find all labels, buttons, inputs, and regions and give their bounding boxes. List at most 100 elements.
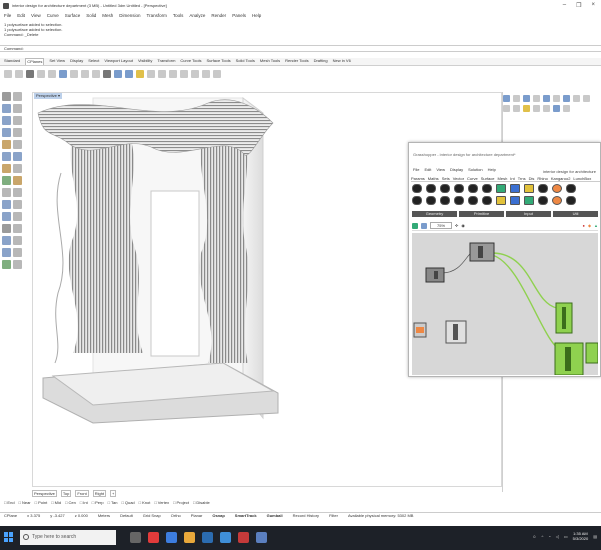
- people-icon[interactable]: ☺: [532, 534, 536, 539]
- tab-solid-tools[interactable]: Solid Tools: [236, 58, 255, 65]
- tab-render-tools[interactable]: Render Tools: [285, 58, 309, 65]
- gh-category-util[interactable]: Util: [553, 211, 598, 217]
- gh-plane-param-icon[interactable]: [426, 196, 436, 205]
- cplane-3point-icon[interactable]: [70, 70, 78, 78]
- gh-domain-param-icon[interactable]: [552, 196, 562, 205]
- status-smarttrack[interactable]: SmartTrack: [235, 513, 257, 520]
- box-icon[interactable]: [2, 164, 11, 173]
- menu-file[interactable]: File: [4, 13, 11, 21]
- gh-menu-file[interactable]: File: [413, 167, 419, 172]
- gh-tab-lunchbox[interactable]: LunchBox: [573, 176, 591, 181]
- gh-point-param-icon[interactable]: [412, 184, 422, 193]
- offset-curve-icon[interactable]: [13, 140, 22, 149]
- environments-icon[interactable]: [553, 95, 560, 102]
- cplane-view-icon[interactable]: [114, 70, 122, 78]
- tab-set-view[interactable]: Set View: [49, 58, 65, 65]
- dimension-icon[interactable]: [13, 248, 22, 257]
- arc-icon[interactable]: [13, 116, 22, 125]
- gh-menu-view[interactable]: View: [436, 167, 445, 172]
- notifications-chevron-icon[interactable]: ^: [541, 534, 543, 539]
- gh-tab-maths[interactable]: Maths: [428, 176, 439, 181]
- maximize-button[interactable]: ❐: [576, 2, 581, 9]
- help-icon[interactable]: [503, 105, 510, 112]
- gh-integer-param-icon[interactable]: [510, 196, 520, 205]
- boolean-union-icon[interactable]: [2, 176, 11, 185]
- command-prompt-input[interactable]: Command:: [0, 45, 601, 52]
- copy-icon[interactable]: [13, 188, 22, 197]
- grasshopper-canvas[interactable]: [412, 233, 598, 375]
- osnap-perp[interactable]: Perp: [92, 500, 103, 505]
- gh-colour-param-icon[interactable]: [538, 196, 548, 205]
- polygon-icon[interactable]: [13, 128, 22, 137]
- tab-mesh-tools[interactable]: Mesh Tools: [260, 58, 280, 65]
- gh-field-icon[interactable]: [566, 184, 576, 193]
- gh-arc-param-icon[interactable]: [454, 184, 464, 193]
- osnap-disable[interactable]: Disable: [193, 500, 209, 505]
- tab-right[interactable]: Right: [92, 490, 107, 497]
- action-center-icon[interactable]: ▤: [593, 534, 597, 539]
- file-explorer-icon[interactable]: [184, 532, 195, 543]
- group-icon[interactable]: [2, 248, 11, 257]
- cplane-elevation-icon[interactable]: [48, 70, 56, 78]
- gh-curve-param-icon[interactable]: [468, 184, 478, 193]
- gh-open-icon[interactable]: [421, 222, 427, 229]
- store-icon[interactable]: [202, 532, 213, 543]
- cplane-through-icon[interactable]: [191, 70, 199, 78]
- add-viewport-tab-button[interactable]: +: [110, 490, 117, 497]
- explode-icon[interactable]: [13, 236, 22, 245]
- gh-box-param-icon[interactable]: [412, 196, 422, 205]
- gh-circle-param-icon[interactable]: [440, 184, 450, 193]
- osnap-end[interactable]: End: [4, 500, 14, 505]
- tab-surface-tools[interactable]: Surface Tools: [206, 58, 230, 65]
- cplane-x-axis-icon[interactable]: [81, 70, 89, 78]
- gh-menu-help[interactable]: Help: [488, 167, 496, 172]
- tab-standard[interactable]: Standard: [4, 58, 20, 65]
- named-views-icon[interactable]: [583, 95, 590, 102]
- menu-solid[interactable]: Solid: [86, 13, 96, 21]
- point-icon[interactable]: [13, 92, 22, 101]
- gh-geometry-param-icon[interactable]: [482, 196, 492, 205]
- osnap-knot[interactable]: Knot: [139, 500, 150, 505]
- tab-top[interactable]: Top: [60, 490, 72, 497]
- cplane-undo-icon[interactable]: [213, 70, 221, 78]
- gh-menu-solution[interactable]: Solution: [468, 167, 482, 172]
- cplane-rotate-icon[interactable]: [103, 70, 111, 78]
- cplane-top-icon[interactable]: [4, 70, 12, 78]
- gh-group-param-icon[interactable]: [454, 196, 464, 205]
- grasshopper-taskbar-icon[interactable]: [256, 532, 267, 543]
- menu-mesh[interactable]: Mesh: [102, 13, 113, 21]
- circle-icon[interactable]: [2, 116, 11, 125]
- gh-tab-rhino[interactable]: Rhino: [537, 176, 547, 181]
- osnap-vertex[interactable]: Vertex: [154, 500, 169, 505]
- properties-icon[interactable]: [513, 95, 520, 102]
- cplane-object-icon[interactable]: [59, 70, 67, 78]
- osnap-mid[interactable]: Mid: [51, 500, 61, 505]
- viewport-label[interactable]: Perspective ▾: [34, 93, 63, 99]
- gh-menu-display[interactable]: Display: [450, 167, 463, 172]
- cplane-surface-icon[interactable]: [169, 70, 177, 78]
- cplane-previous-icon[interactable]: [147, 70, 155, 78]
- sphere-icon[interactable]: [13, 164, 22, 173]
- gh-vector-param-icon[interactable]: [426, 184, 436, 193]
- gh-tab-sets[interactable]: Sets: [442, 176, 450, 181]
- status-filter[interactable]: Filter: [329, 513, 338, 520]
- cplane-right-icon[interactable]: [26, 70, 34, 78]
- split-icon[interactable]: [13, 224, 22, 233]
- opera-icon[interactable]: [148, 532, 159, 543]
- menu-view[interactable]: View: [31, 13, 41, 21]
- gh-surface-param-icon[interactable]: [496, 184, 506, 193]
- gh-number-param-icon[interactable]: [552, 184, 562, 193]
- gh-zoom-fit-icon[interactable]: ✣: [455, 223, 458, 228]
- curve-icon[interactable]: [13, 104, 22, 113]
- menu-surface[interactable]: Surface: [65, 13, 81, 21]
- gh-tab-params[interactable]: Params: [411, 176, 425, 181]
- menu-help[interactable]: Help: [252, 13, 261, 21]
- tab-display[interactable]: Display: [70, 58, 83, 65]
- status-ortho[interactable]: Ortho: [171, 513, 181, 520]
- materials-icon[interactable]: [543, 95, 550, 102]
- status-record-history[interactable]: Record History: [293, 513, 319, 520]
- tab-new-in-v6[interactable]: New in V6: [333, 58, 351, 65]
- settings-icon[interactable]: [543, 105, 550, 112]
- volume-icon[interactable]: ◁: [556, 534, 559, 539]
- rectangle-icon[interactable]: [2, 128, 11, 137]
